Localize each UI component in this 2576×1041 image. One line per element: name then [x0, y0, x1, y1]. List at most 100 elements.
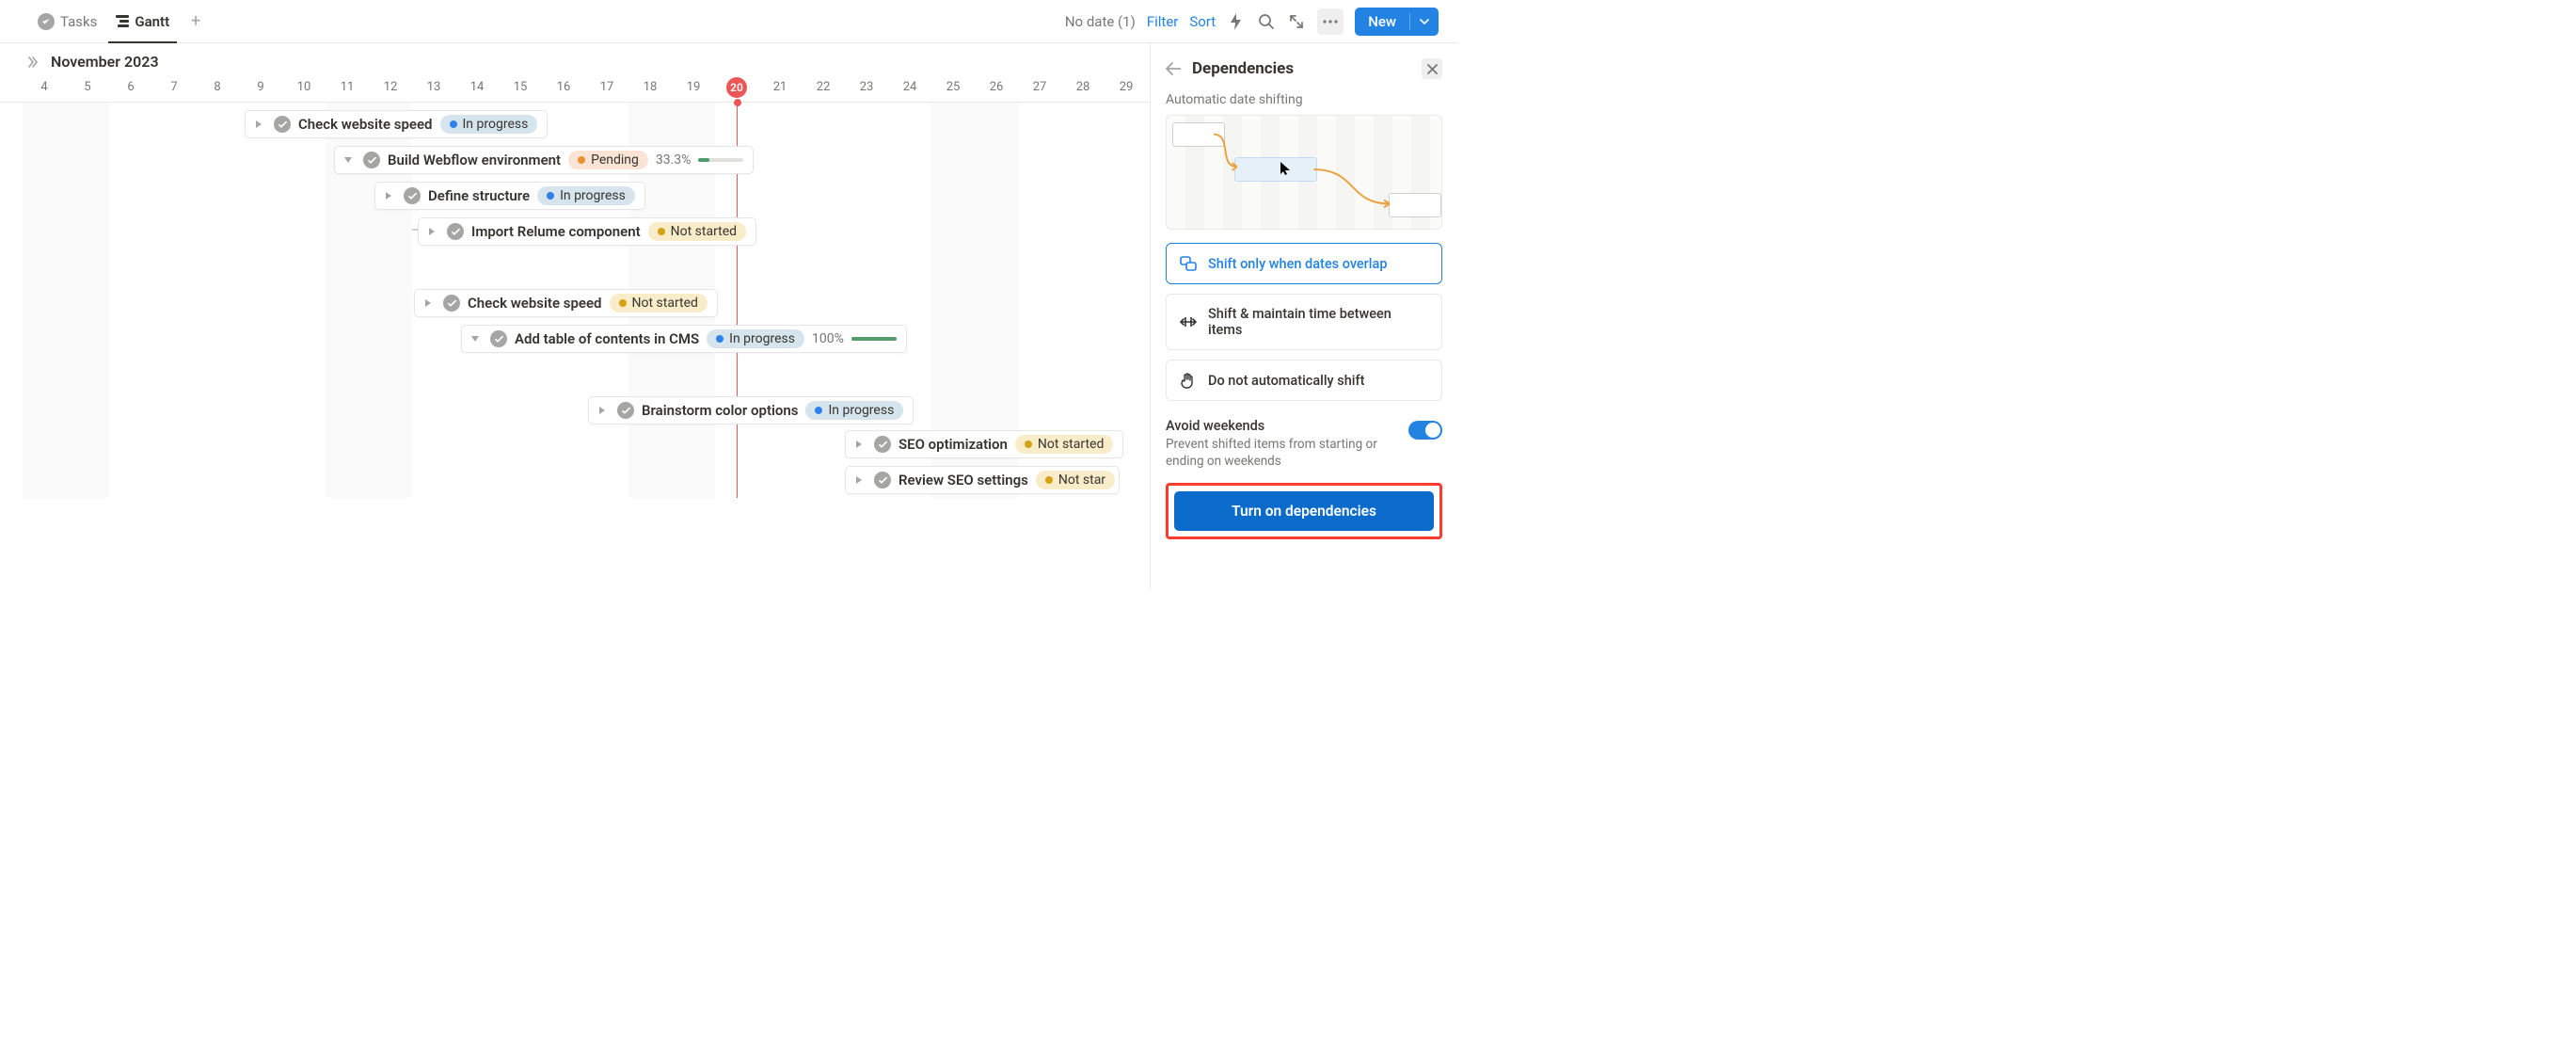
date-col: 17: [585, 72, 628, 102]
avoid-weekends-row: Avoid weekends Prevent shifted items fro…: [1166, 418, 1442, 470]
task-card[interactable]: Review SEO settings Not star: [845, 466, 1120, 494]
disclose-triangle-icon[interactable]: [341, 152, 356, 168]
maintain-icon: [1180, 313, 1197, 330]
status-pill: In progress: [805, 401, 903, 420]
top-toolbar: Tasks Gantt + No date (1) Filter Sort Ne…: [0, 0, 1457, 43]
task-check-icon[interactable]: [447, 223, 464, 240]
status-label: In progress: [560, 188, 626, 203]
new-button-chevron[interactable]: [1409, 13, 1439, 30]
task-card[interactable]: Import Relume component Not started: [418, 217, 756, 246]
new-task-label: New: [51, 468, 79, 485]
month-expand-icon[interactable]: [28, 56, 41, 68]
task-card[interactable]: Build Webflow environmentPending33.3%: [334, 146, 754, 174]
task-title: Brainstorm color options: [642, 402, 798, 419]
percent-label: 33.3%: [656, 152, 692, 168]
date-col: 9: [239, 72, 282, 102]
task-card[interactable]: Brainstorm color options In progress: [588, 396, 914, 424]
task-check-icon[interactable]: [274, 116, 291, 133]
disclose-triangle-icon[interactable]: [851, 472, 867, 488]
date-col: 14: [455, 72, 499, 102]
task-check-icon[interactable]: [443, 295, 460, 312]
avoid-weekends-title: Avoid weekends: [1166, 418, 1395, 434]
option-no-shift[interactable]: Do not automatically shift: [1166, 360, 1442, 401]
check-circle-icon: [38, 13, 55, 30]
task-title: Add table of contents in CMS: [515, 330, 699, 347]
status-label: Not started: [671, 224, 737, 239]
more-button[interactable]: [1317, 8, 1344, 35]
task-card[interactable]: Add table of contents in CMSIn progress1…: [461, 325, 907, 353]
panel-title: Dependencies: [1192, 59, 1412, 78]
toolbar-right: No date (1) Filter Sort New: [1065, 8, 1439, 36]
task-title: Check website speed: [468, 295, 602, 312]
new-button[interactable]: New: [1355, 8, 1439, 36]
date-col: 26: [975, 72, 1018, 102]
disclose-triangle-icon[interactable]: [251, 117, 266, 132]
tab-gantt[interactable]: Gantt: [108, 8, 177, 36]
gantt-body: New Check website speed In progress Build …: [0, 103, 1150, 498]
gantt-icon: [116, 15, 129, 27]
date-col: 7: [152, 72, 196, 102]
cursor-icon: [1280, 161, 1293, 176]
status-label: In progress: [463, 117, 529, 132]
task-title: Check website speed: [298, 116, 433, 133]
tab-tasks[interactable]: Tasks: [30, 8, 104, 36]
task-card[interactable]: Check website speed Not started: [414, 289, 718, 317]
date-col: 22: [802, 72, 845, 102]
dependencies-panel: Dependencies Automatic date shifting Shi…: [1150, 43, 1457, 589]
task-card[interactable]: Check website speed In progress: [245, 110, 548, 138]
status-pill: Not star: [1036, 471, 1115, 489]
tab-tasks-label: Tasks: [60, 13, 97, 30]
task-card[interactable]: Define structureIn progress: [374, 182, 645, 210]
date-col: 18: [628, 72, 672, 102]
task-check-icon[interactable]: [490, 330, 507, 347]
gantt-chart: 4567891011121314151617181920212223242526…: [0, 72, 1150, 498]
expand-icon[interactable]: [1287, 12, 1306, 31]
percent-label: 100%: [812, 331, 844, 346]
disclose-triangle-icon[interactable]: [424, 224, 439, 239]
status-pill: In progress: [537, 186, 635, 205]
date-col: 11: [326, 72, 369, 102]
disclose-triangle-icon[interactable]: [421, 296, 436, 311]
close-button[interactable]: [1422, 58, 1442, 79]
sort-button[interactable]: Sort: [1189, 13, 1216, 30]
new-task-button[interactable]: New: [30, 468, 79, 485]
turn-on-dependencies-button[interactable]: Turn on dependencies: [1174, 491, 1434, 531]
bolt-icon[interactable]: [1227, 12, 1246, 31]
task-title: Review SEO settings: [898, 472, 1028, 488]
back-icon[interactable]: [1166, 62, 1183, 75]
option-shift-overlap[interactable]: Shift only when dates overlap: [1166, 243, 1442, 284]
panel-header: Dependencies: [1166, 58, 1442, 79]
add-view-button[interactable]: +: [184, 10, 207, 33]
task-check-icon[interactable]: [404, 187, 421, 204]
task-title: Import Relume component: [471, 223, 641, 240]
option-maintain-time[interactable]: Shift & maintain time between items: [1166, 294, 1442, 350]
task-check-icon[interactable]: [874, 472, 891, 488]
status-label: Not started: [632, 296, 698, 311]
option-no-shift-label: Do not automatically shift: [1208, 373, 1364, 389]
date-col: 24: [888, 72, 931, 102]
avoid-weekends-text: Avoid weekends Prevent shifted items fro…: [1166, 418, 1395, 470]
progress-bar: [698, 158, 743, 162]
search-icon[interactable]: [1257, 12, 1276, 31]
task-check-icon[interactable]: [617, 402, 634, 419]
date-col: 28: [1061, 72, 1105, 102]
date-col: 16: [542, 72, 585, 102]
filter-button[interactable]: Filter: [1147, 13, 1179, 30]
task-check-icon[interactable]: [363, 152, 380, 168]
date-col: 20: [715, 72, 758, 102]
status-pill: Not started: [1015, 435, 1113, 454]
disclose-triangle-icon[interactable]: [851, 437, 867, 452]
disclose-triangle-icon[interactable]: [381, 188, 396, 203]
hand-icon: [1180, 372, 1197, 389]
avoid-weekends-toggle[interactable]: [1408, 421, 1442, 440]
task-card[interactable]: SEO optimizationNot started: [845, 430, 1123, 458]
date-col: 13: [412, 72, 455, 102]
disclose-triangle-icon[interactable]: [595, 403, 610, 418]
date-col: 10: [282, 72, 326, 102]
date-col: 27: [1018, 72, 1061, 102]
task-title: Build Webflow environment: [388, 152, 561, 168]
option-shift-overlap-label: Shift only when dates overlap: [1208, 256, 1387, 272]
disclose-triangle-icon[interactable]: [468, 331, 483, 346]
task-check-icon[interactable]: [874, 436, 891, 453]
no-date-button[interactable]: No date (1): [1065, 13, 1136, 30]
